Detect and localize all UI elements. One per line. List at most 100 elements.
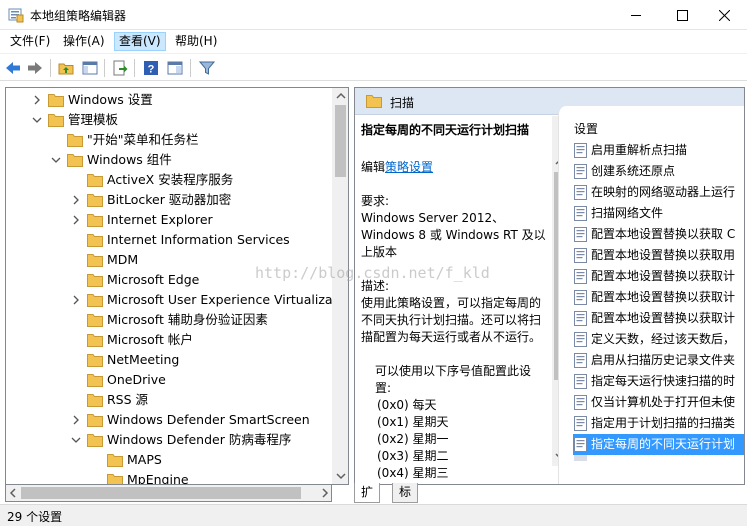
value-option: (0x2) 星期一 [377, 432, 449, 446]
tree-node-label: Internet Information Services [107, 232, 290, 247]
tree-node[interactable]: MAPS [6, 450, 332, 470]
chevron-right-icon[interactable] [71, 215, 81, 225]
tree-node-label: Microsoft 辅助身份验证因素 [107, 312, 268, 327]
policy-setting-icon [574, 185, 587, 200]
tree-node[interactable]: RSS 源 [6, 390, 332, 410]
menu-view[interactable]: 查看(V) [114, 32, 166, 51]
details-header-title: 扫描 [390, 96, 415, 110]
tree-vertical-scrollbar[interactable] [332, 88, 348, 484]
tree-node-label: MAPS [127, 452, 162, 467]
tree-node[interactable]: NetMeeting [6, 350, 332, 370]
policy-row-label: 指定每周的不同天运行计划 [591, 437, 736, 451]
tree-hscroll-thumb[interactable] [21, 487, 301, 499]
edit-policy-line: 编辑策略设置 [361, 159, 433, 176]
requirements-line: Windows 8 或 Windows RT 及以 [361, 228, 546, 242]
chevron-down-icon[interactable] [51, 155, 61, 165]
export-list-button[interactable] [110, 58, 130, 78]
chevron-down-icon[interactable] [32, 115, 42, 125]
policy-row-label: 创建系统还原点 [591, 164, 676, 178]
tab-standard[interactable]: 标准 [392, 483, 419, 517]
scroll-up-icon[interactable] [336, 92, 346, 100]
tree-node[interactable]: 管理模板 [6, 110, 332, 130]
folder-icon [366, 95, 382, 108]
tree-node[interactable]: Windows Defender 防病毒程序 [6, 430, 332, 450]
policy-setting-icon [574, 227, 587, 242]
help-icon: ? [144, 61, 158, 76]
close-button[interactable] [701, 0, 747, 30]
value-option: (0x4) 星期三 [377, 466, 449, 480]
tree-node[interactable]: Microsoft Edge [6, 270, 332, 290]
help-button[interactable]: ? [141, 58, 161, 78]
chevron-down-icon[interactable] [71, 435, 81, 445]
policy-row-label: 指定每天运行快速扫描的时 [591, 374, 736, 388]
description-title: 指定每周的不同天运行计划扫描 [361, 123, 530, 137]
chevron-right-icon[interactable] [32, 95, 42, 105]
scroll-right-icon[interactable] [321, 488, 329, 498]
settings-column-header[interactable]: 设置 [574, 120, 598, 137]
tree-node[interactable]: Internet Explorer [6, 210, 332, 230]
policy-settings-list: 设置 启用重解析点扫描 创建系统还原点在映射的网络驱动器上运行 扫描网络文件配置本地… [558, 106, 744, 484]
folder-icon [48, 94, 64, 107]
show-hide-tree-button[interactable] [80, 58, 100, 78]
tree-node-label: 管理模板 [68, 112, 119, 127]
window-title: 本地组策略编辑器 [30, 9, 127, 23]
properties-pane-icon [167, 61, 183, 75]
folder-icon [87, 174, 103, 187]
tree-scroll-thumb[interactable] [335, 105, 346, 177]
policy-row-label: 配置本地设置替换以获取计 [591, 311, 736, 325]
value-option: (0x3) 星期二 [377, 449, 449, 463]
chevron-right-icon[interactable] [71, 295, 81, 305]
values-intro: 可以使用以下序号值配置此设 [375, 364, 532, 378]
tree-node[interactable]: Windows Defender SmartScreen [6, 410, 332, 430]
properties-pane-button[interactable] [165, 58, 185, 78]
close-icon [718, 9, 730, 21]
scroll-left-icon[interactable] [9, 488, 17, 498]
tree-node[interactable]: Windows 设置 [6, 90, 332, 110]
edit-policy-link[interactable]: 策略设置 [385, 160, 433, 174]
policy-row-label: 配置本地设置替换以获取计 [591, 290, 736, 304]
menu-file[interactable]: 文件(F) [6, 32, 54, 51]
minimize-button[interactable] [613, 0, 659, 30]
tree-node[interactable]: Internet Information Services [6, 230, 332, 250]
folder-icon [87, 374, 103, 387]
policy-row-label: 启用重解析点扫描 [591, 143, 688, 157]
tree-node-label: Microsoft Edge [107, 272, 200, 287]
folder-icon [87, 234, 103, 247]
tree-node[interactable]: Microsoft 辅助身份验证因素 [6, 310, 332, 330]
policy-row-label: 在映射的网络驱动器上运行 [591, 185, 736, 199]
tree-node[interactable]: Windows 组件 [6, 150, 332, 170]
tree-node[interactable]: Microsoft 帐户 [6, 330, 332, 350]
tree-horizontal-scrollbar[interactable] [5, 485, 332, 502]
status-text: 29 个设置 [7, 510, 63, 524]
policy-row-selected[interactable]: 指定每周的不同天运行计划 [573, 434, 744, 455]
scroll-down-icon[interactable] [336, 472, 346, 480]
filter-button[interactable] [197, 58, 217, 78]
tree-node-label: Microsoft User Experience Virtualizatio [107, 292, 349, 307]
svg-text:?: ? [148, 64, 155, 76]
tree-node[interactable]: MDM [6, 250, 332, 270]
tree-pane[interactable]: Windows 设置管理模板 "开始"菜单和任务栏 Windows 组件 Active… [5, 87, 349, 485]
menu-help[interactable]: 帮助(H) [171, 32, 221, 51]
tree-node[interactable]: Microsoft User Experience Virtualizatio [6, 290, 348, 310]
tree-node[interactable]: OneDrive [6, 370, 332, 390]
up-one-level-button[interactable] [56, 58, 76, 78]
chevron-right-icon[interactable] [71, 415, 81, 425]
menu-action[interactable]: 操作(A) [59, 32, 109, 51]
back-button[interactable] [3, 58, 23, 78]
requirements-label: 要求: [361, 194, 390, 208]
policy-row-label: 扫描网络文件 [591, 206, 664, 220]
folder-icon [87, 334, 103, 347]
tree-node[interactable]: "开始"菜单和任务栏 [6, 130, 332, 150]
policy-row-label: 定义天数，经过该天数后， [591, 332, 736, 346]
chevron-right-icon[interactable] [71, 195, 81, 205]
forward-button[interactable] [25, 58, 45, 78]
folder-icon [87, 274, 103, 287]
policy-row-label: 配置本地设置替换以获取用 [591, 248, 736, 262]
tree-node-label: "开始"菜单和任务栏 [87, 132, 199, 147]
tree-node[interactable]: ActiveX 安装程序服务 [6, 170, 332, 190]
maximize-button[interactable] [659, 0, 705, 30]
tree-node[interactable]: BitLocker 驱动器加密 [6, 190, 332, 210]
policy-row-label: 指定用于计划扫描的扫描类 [591, 416, 736, 430]
tab-extended[interactable]: 扩展 [354, 483, 381, 517]
tree-node[interactable]: MpEngine [6, 470, 332, 484]
